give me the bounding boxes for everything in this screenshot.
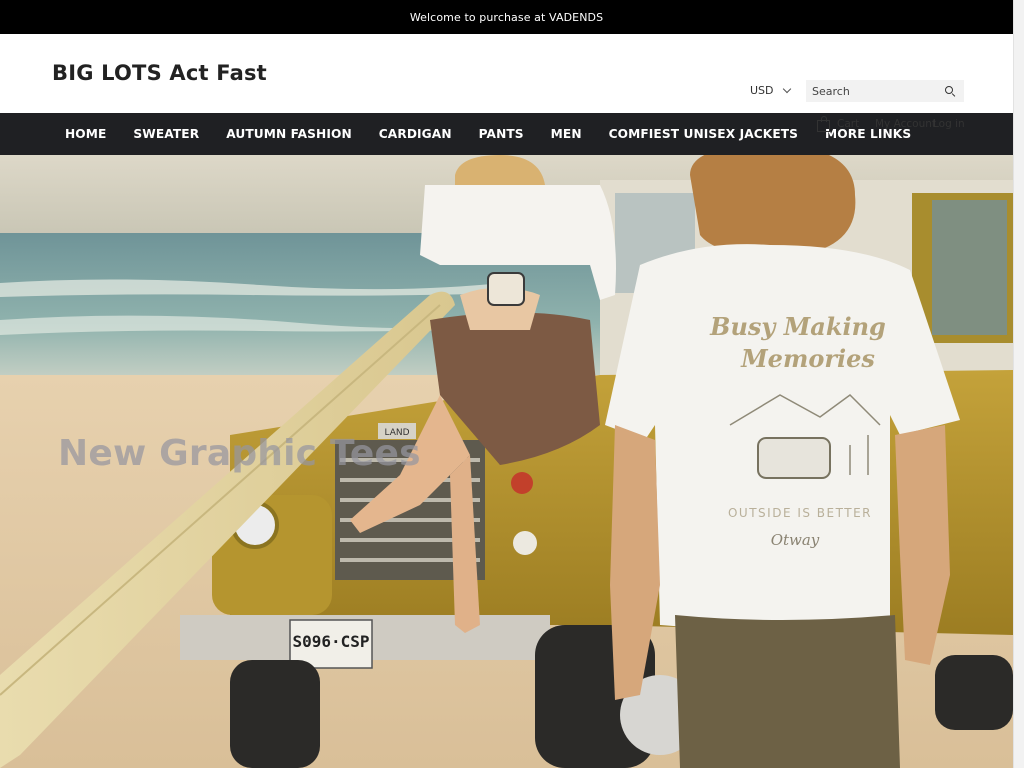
shirt-print-brand: Otway xyxy=(771,531,820,549)
shopping-bag-icon xyxy=(817,116,830,132)
search-box xyxy=(806,80,964,102)
site-header: BIG LOTS Act Fast USD Cart My Account Lo… xyxy=(0,34,1013,132)
currency-value: USD xyxy=(750,84,774,97)
nav-cardigan[interactable]: CARDIGAN xyxy=(379,127,452,141)
search-icon[interactable] xyxy=(944,85,956,97)
announcement-bar: Welcome to purchase at VADENDS xyxy=(0,0,1013,34)
hero-heading: New Graphic Tees xyxy=(58,433,421,474)
shirt-print-tagline: OUTSIDE IS BETTER xyxy=(728,506,872,520)
announcement-text: Welcome to purchase at VADENDS xyxy=(409,10,604,24)
search-input[interactable] xyxy=(812,84,944,98)
cart-label: Cart xyxy=(837,118,860,130)
hero-banner[interactable]: LAND S096·CSP Busy Making Memories OUTSI… xyxy=(0,155,1013,768)
nav-men[interactable]: MEN xyxy=(551,127,582,141)
currency-selector[interactable]: USD xyxy=(750,84,791,97)
nav-sweater[interactable]: SWEATER xyxy=(133,127,199,141)
nav-home[interactable]: HOME xyxy=(65,127,106,141)
scrollbar[interactable] xyxy=(1013,0,1024,768)
main-nav: HOME SWEATER AUTUMN FASHION CARDIGAN PAN… xyxy=(0,113,1013,155)
nav-comfiest-unisex-jackets[interactable]: COMFIEST UNISEX JACKETS xyxy=(609,127,798,141)
shirt-print-line1: Busy Making xyxy=(709,312,886,341)
log-in-link[interactable]: Log in xyxy=(933,118,965,130)
nav-autumn-fashion[interactable]: AUTUMN FASHION xyxy=(226,127,352,141)
nav-pants[interactable]: PANTS xyxy=(479,127,524,141)
shirt-print-line2: Memories xyxy=(740,344,875,373)
chevron-down-icon xyxy=(782,84,791,94)
my-account-link[interactable]: My Account xyxy=(875,118,936,130)
page: Welcome to purchase at VADENDS BIG LOTS … xyxy=(0,0,1013,768)
site-logo[interactable]: BIG LOTS Act Fast xyxy=(52,61,267,85)
cart-link[interactable]: Cart xyxy=(817,116,859,132)
license-plate-text: S096·CSP xyxy=(292,632,369,651)
